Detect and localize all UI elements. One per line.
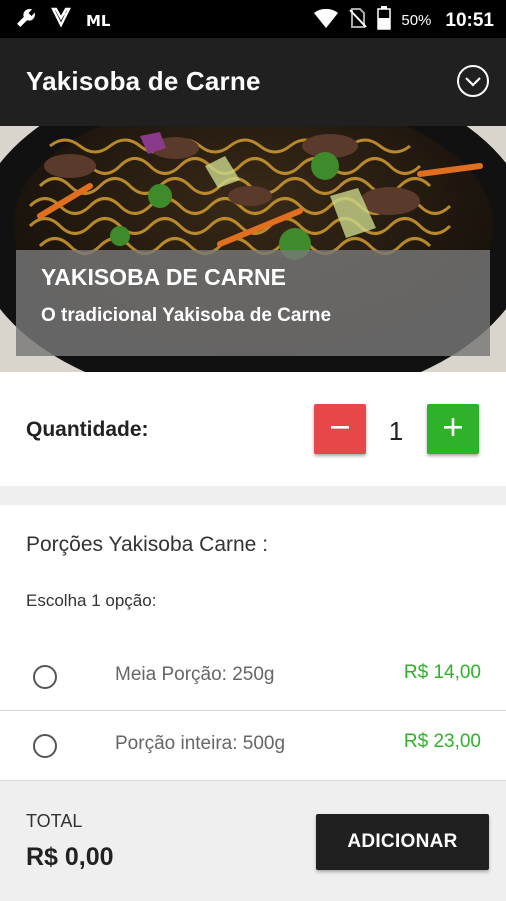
option-name: Porção inteira: 500g [115,733,286,754]
options-title: Porções Yakisoba Carne : [26,533,269,556]
options-instruction: Escolha 1 opção: [26,591,157,610]
product-name: YAKISOBA DE CARNE [41,264,286,290]
total-value: R$ 0,00 [26,843,114,871]
quantity-value: 1 [388,416,404,446]
carrier-label: ML [86,11,111,30]
portion-options-card: Porções Yakisoba Carne : Escolha 1 opção… [0,505,506,780]
option-full-portion[interactable]: Porção inteira: 500g R$ 23,00 [0,711,506,779]
decrease-quantity-button[interactable] [314,404,366,454]
status-bar-left: ML [14,6,111,35]
wrench-icon [14,6,38,35]
signal-check-icon [50,6,74,35]
order-footer: TOTAL R$ 0,00 ADICIONAR [0,780,506,901]
add-to-cart-button[interactable]: ADICIONAR [316,814,489,870]
total-label: TOTAL [26,811,83,831]
no-sim-icon [349,7,368,34]
status-bar-right: 50% 10:51 [313,6,494,35]
radio-button[interactable] [33,734,57,758]
option-half-portion[interactable]: Meia Porção: 250g R$ 14,00 [0,642,506,711]
option-name: Meia Porção: 250g [115,664,275,685]
status-bar: ML 50% 10:51 [0,0,506,38]
hero-caption: YAKISOBA DE CARNE O tradicional Yakisoba… [16,250,490,356]
radio-button[interactable] [33,665,57,689]
quantity-label: Quantidade: [26,418,149,441]
option-price: R$ 14,00 [403,662,481,683]
option-price: R$ 23,00 [403,731,481,752]
clock: 10:51 [445,9,494,31]
hero-image: YAKISOBA DE CARNE O tradicional Yakisoba… [0,126,506,372]
product-description: O tradicional Yakisoba de Carne [41,305,332,326]
page-title: Yakisoba de Carne [26,66,261,96]
chevron-down-circle-icon[interactable] [456,64,490,98]
minus-icon [329,416,351,443]
plus-icon [442,416,464,443]
increase-quantity-button[interactable] [427,404,479,454]
battery-icon [377,6,392,35]
quantity-card: Quantidade: 1 [0,372,506,486]
app-bar: Yakisoba de Carne [0,38,506,126]
wifi-icon [313,7,339,34]
battery-percentage: 50% [401,12,432,29]
